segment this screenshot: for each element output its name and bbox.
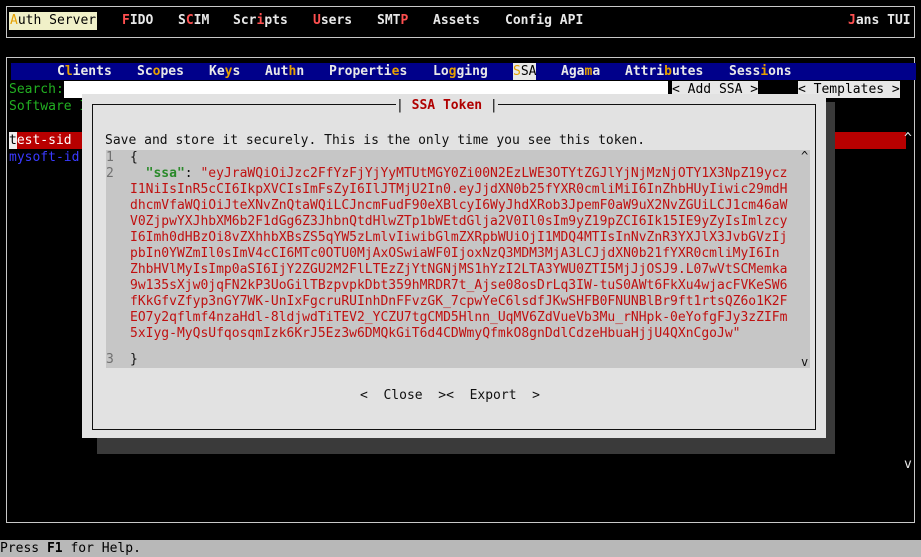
search-label: Search:: [9, 82, 64, 97]
menu-smtp[interactable]: SMTP: [377, 12, 408, 30]
token-wrap-line: dhcmVfaWQiOiJteXNvZnQtaWQiLCJncmFudF90eX…: [130, 198, 788, 213]
tab-attributes[interactable]: Attributes: [625, 63, 703, 80]
editor-line-2: 2 "ssa": "eyJraWQiOiJzc2FfYzFjYjYyMTUtMG…: [106, 166, 788, 181]
close-button[interactable]: < Close >: [360, 388, 446, 403]
tab-agama[interactable]: Agama: [561, 63, 600, 80]
menu-auth-server[interactable]: Auth Server: [9, 12, 98, 30]
menu-assets[interactable]: Assets: [433, 12, 480, 30]
token-wrap-line: pbIn0YWZmIl0sImV4cCI6MTc0OTU0MjAxOSwiaWF…: [130, 246, 780, 261]
help-key: F1: [46, 541, 63, 556]
tab-logging[interactable]: Logging: [433, 63, 488, 80]
editor-scroll-down-icon[interactable]: v: [801, 354, 808, 371]
top-menu: Auth Server FIDO SCIM Scripts Users SMTP…: [9, 12, 583, 30]
dialog-message: Save and store it securely. This is the …: [105, 133, 646, 148]
status-bar: Press F1 for Help.: [0, 540, 921, 557]
tab-authn[interactable]: Authn: [265, 63, 304, 80]
editor-scroll-up-icon[interactable]: ^: [801, 148, 808, 165]
tab-clients[interactable]: Clients: [57, 63, 112, 80]
token-wrap-line: ZhbHVlMyIsImp0aSI6IjY2ZGU2M2FlLTEzZjYtNG…: [130, 262, 788, 277]
dialog-shadow-right: [825, 102, 835, 454]
token-wrap-line: EO7y2qflmf4nzaHdl-8ldjwdTiTEV2_YCZU7tgCM…: [130, 310, 788, 325]
editor-line-1: 1{: [106, 150, 138, 165]
ssa-row-test-sid[interactable]: test-sid: [9, 132, 72, 149]
dialog-shadow-bottom: [97, 436, 833, 454]
token-wrap-line: V0ZjpwYXJhbXM6b2F1dGg6Z3JhbnQtdHlwZTp1bW…: [130, 214, 788, 229]
software-column-header: Software I: [9, 99, 88, 114]
export-button[interactable]: < Export >: [446, 388, 540, 403]
list-scroll-down-icon[interactable]: v: [904, 456, 912, 473]
list-scroll-up-icon[interactable]: ^: [904, 130, 912, 147]
tab-sessions[interactable]: Sessions: [729, 63, 792, 80]
token-wrap-line: I6Imh0dHBzOi8vZXhhbXBsZS5qYW5zLmlvIiwibG…: [130, 230, 788, 245]
editor-line-3: 3}: [106, 352, 138, 367]
menu-scim[interactable]: SCIM: [178, 12, 209, 30]
tab-properties[interactable]: Properties: [329, 63, 407, 80]
dialog-title: | SSA Token |: [396, 97, 498, 114]
menu-scripts[interactable]: Scripts: [233, 12, 288, 30]
token-wrap-line: 9w135sXjw0jqFN2kP3UoGilTBzpvpkDbt359hMRD…: [130, 278, 788, 293]
cursor: t: [9, 132, 17, 149]
dialog-buttons: < Close >< Export >: [360, 387, 540, 404]
menu-config-api[interactable]: Config API: [505, 12, 583, 30]
token-wrap-line: fKkGfvZfyp3nGY7WK-UnIxFgcruRUInhDnFFvzGK…: [130, 294, 788, 309]
tab-ssa[interactable]: SSA: [513, 63, 537, 80]
ssa-row-mysoft-id[interactable]: mysoft-id: [9, 149, 79, 166]
tab-keys[interactable]: Keys: [209, 63, 240, 80]
token-wrap-line: I1NiIsInR5cCI6IkpXVCIsImFsZyI6IlJTMjU2In…: [130, 182, 788, 197]
token-wrap-line: 5xIyg-MyQsUfqosqmIzk6KrJ5Ez3w6DMQkGiT6d4…: [130, 326, 741, 341]
menu-fido[interactable]: FIDO: [122, 12, 153, 30]
menu-users[interactable]: Users: [313, 12, 352, 30]
app-brand: Jans TUI: [848, 13, 911, 28]
tab-scopes[interactable]: Scopes: [137, 63, 184, 80]
